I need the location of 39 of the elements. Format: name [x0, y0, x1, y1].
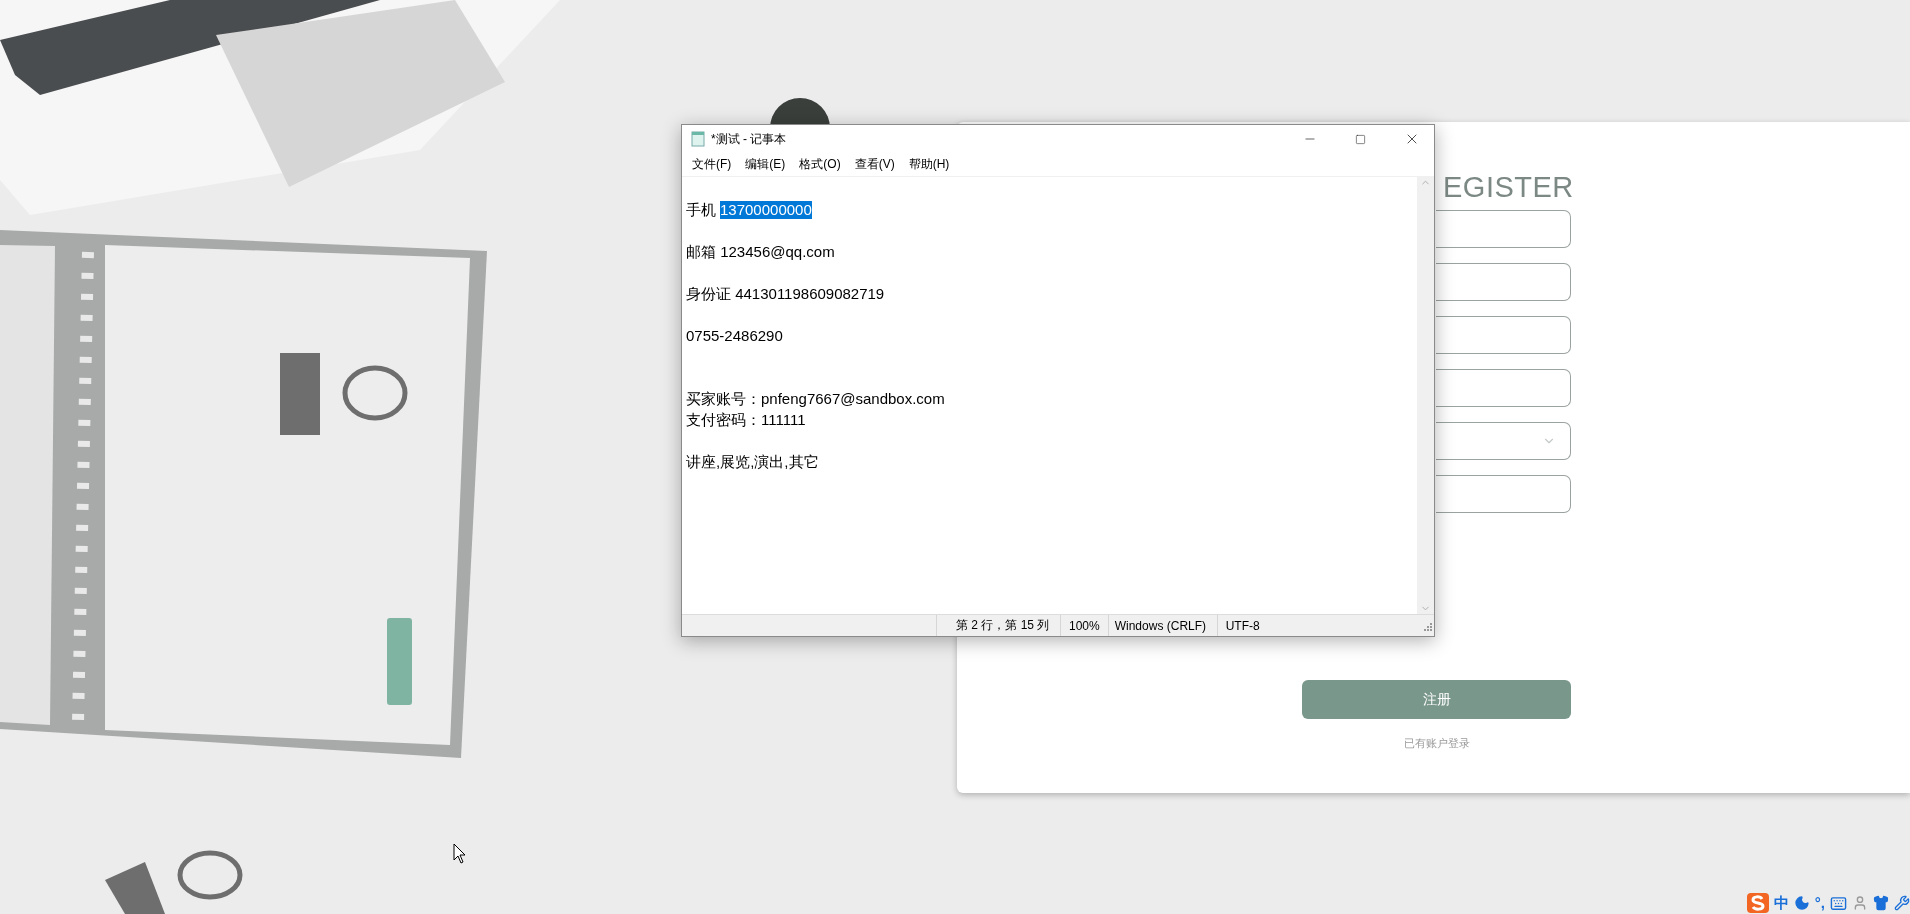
text-line: 支付密码：111111	[686, 410, 806, 429]
user-icon[interactable]	[1852, 895, 1868, 911]
wrench-icon[interactable]	[1894, 895, 1910, 911]
ime-mode[interactable]: 中	[1773, 894, 1789, 912]
input-field[interactable]	[1436, 369, 1571, 407]
text-line: 讲座,展览,演出,其它	[686, 452, 819, 471]
menu-item[interactable]: 格式(O)	[797, 156, 843, 173]
resize-grip-icon[interactable]	[1422, 620, 1432, 631]
window-title: *测试 - 记事本	[711, 130, 788, 148]
line-ending: Windows (CRLF)	[1107, 615, 1217, 636]
notepad-icon	[691, 131, 705, 147]
keyboard-icon[interactable]	[1830, 894, 1847, 912]
menu-item[interactable]: 编辑(E)	[743, 156, 788, 173]
text-editor[interactable]: 手机 13700000000 邮箱 123456@qq.com 身份证 441301198609082719 0755-2486290 买家账号：pnfeng7667@sandbox.com 支付密码：111111 讲座,展览,演出,其它	[682, 177, 1417, 614]
menu-item[interactable]: 帮助(H)	[906, 156, 952, 173]
shirt-icon[interactable]	[1873, 895, 1889, 911]
text-line: 身份证 441301198609082719	[686, 284, 885, 303]
text-line: 0755-2486290	[686, 326, 783, 345]
moon-icon[interactable]	[1793, 895, 1810, 911]
menu-item[interactable]: 文件(F)	[690, 156, 734, 173]
register-title: EGISTER	[1443, 170, 1574, 204]
mouse-pointer-icon	[453, 843, 467, 865]
zoom-level: 100%	[1060, 615, 1108, 636]
input-field[interactable]	[1436, 263, 1571, 301]
selected-text: 13700000000	[720, 200, 812, 219]
text-line: 邮箱 123456@qq.com	[686, 242, 835, 261]
input-field[interactable]	[1436, 316, 1571, 354]
menu-item[interactable]: 查看(V)	[852, 156, 897, 173]
text-line: 手机	[686, 200, 716, 219]
punctuation-mode[interactable]: °,	[1814, 894, 1825, 912]
ime-logo-icon[interactable]	[1746, 893, 1769, 913]
select-field[interactable]	[1436, 422, 1571, 460]
input-field[interactable]	[1436, 475, 1571, 513]
text-line: 买家账号：pnfeng7667@sandbox.com	[686, 389, 945, 408]
maximize-icon	[1355, 133, 1366, 145]
cursor-position: 第 2 行，第 15 列	[936, 615, 1060, 636]
scrollbar[interactable]	[1417, 177, 1434, 614]
encoding: UTF-8	[1216, 615, 1314, 636]
input-field[interactable]	[1436, 210, 1571, 248]
